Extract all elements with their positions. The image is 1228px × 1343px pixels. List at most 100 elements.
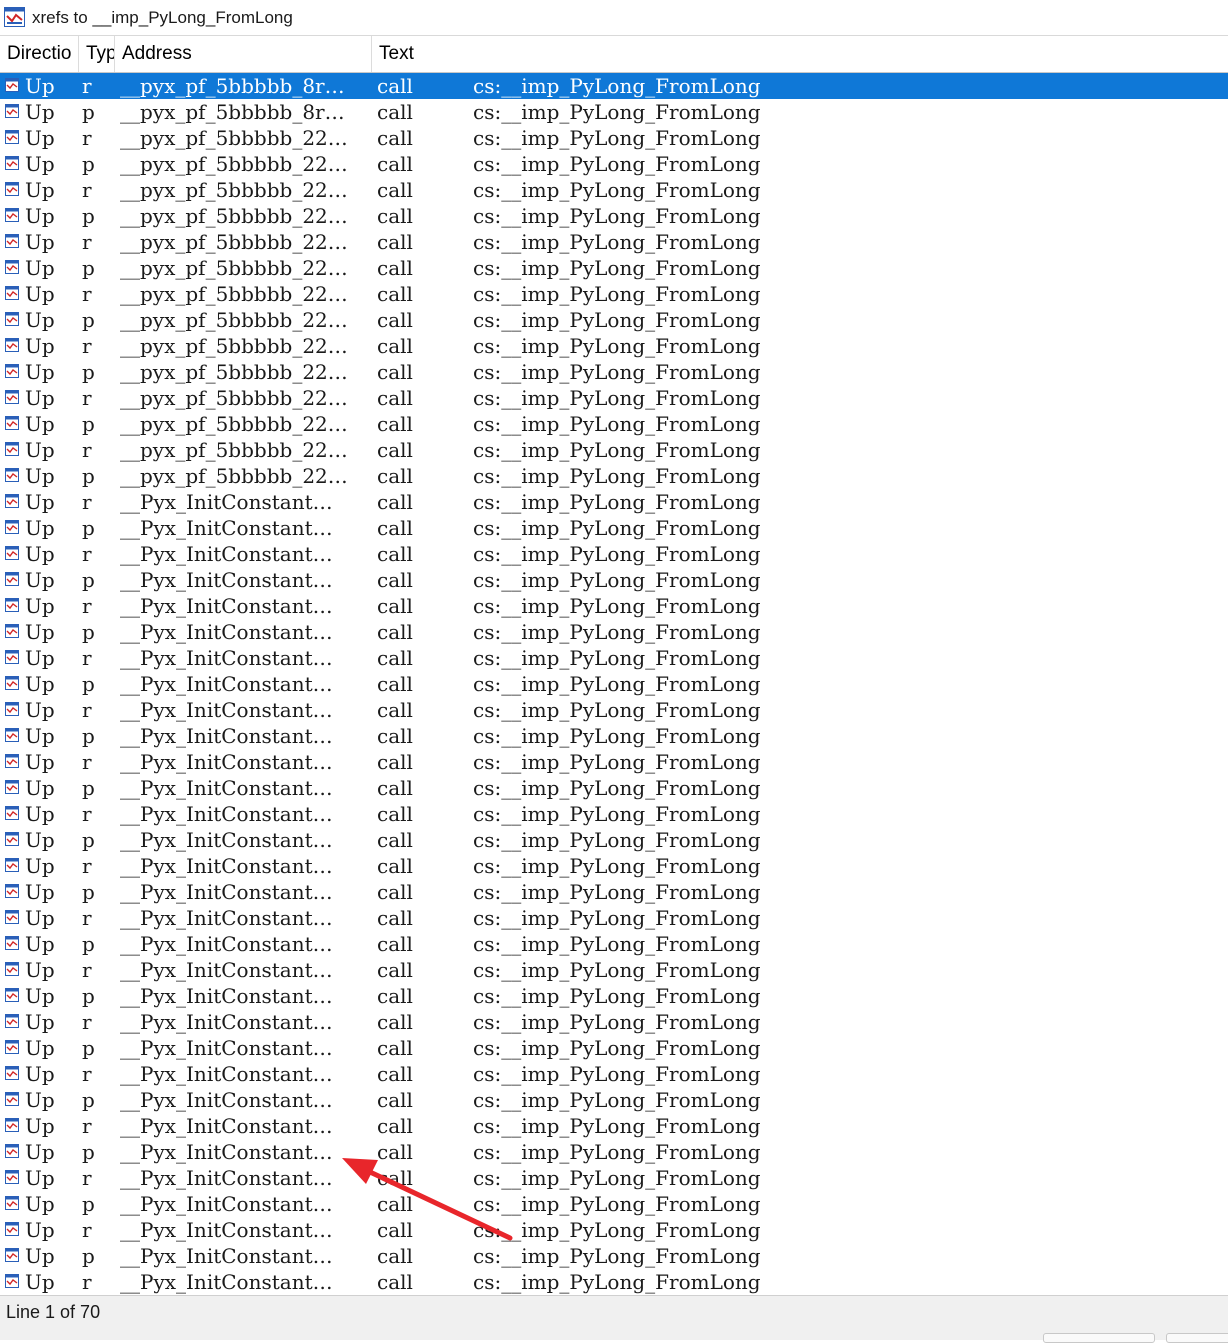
column-header-direction[interactable]: Directio xyxy=(0,36,79,72)
xref-row-icon xyxy=(5,988,19,1002)
xref-row[interactable]: Up p __pyx_pf_5bbbbb_22… call cs:__imp_PyLon… xyxy=(0,307,1228,333)
xref-direction: Up xyxy=(25,698,55,722)
xref-row[interactable]: Up p __Pyx_InitConstant… call cs:__imp_PyLon… xyxy=(0,567,1228,593)
xref-type: p xyxy=(82,516,95,540)
xref-type: r xyxy=(82,282,92,306)
xref-type: r xyxy=(82,334,92,358)
column-header-address[interactable]: Address xyxy=(115,36,372,72)
xref-row[interactable]: Up r __Pyx_InitConstant… call cs:__imp_PyLon… xyxy=(0,1113,1228,1139)
xref-row[interactable]: Up p __Pyx_InitConstant… call cs:__imp_PyLon… xyxy=(0,1139,1228,1165)
xref-row[interactable]: Up p __pyx_pf_5bbbbb_22… call cs:__imp_PyLon… xyxy=(0,203,1228,229)
xref-operand: cs:__imp_PyLong_FromLong xyxy=(473,230,761,254)
xref-row[interactable]: Up r __pyx_pf_5bbbbb_22… call cs:__imp_PyLon… xyxy=(0,125,1228,151)
xref-direction: Up xyxy=(25,880,55,904)
xref-row[interactable]: Up p __pyx_pf_5bbbbb_22… call cs:__imp_PyLon… xyxy=(0,255,1228,281)
xref-type: p xyxy=(82,828,95,852)
xref-direction: Up xyxy=(25,1270,55,1294)
xref-row[interactable]: Up p __Pyx_InitConstant… call cs:__imp_PyLon… xyxy=(0,775,1228,801)
xref-row-icon xyxy=(5,754,19,768)
xref-row[interactable]: Up r __Pyx_InitConstant… call cs:__imp_PyLon… xyxy=(0,905,1228,931)
xref-row-icon xyxy=(5,286,19,300)
xref-type: r xyxy=(82,1062,92,1086)
xref-instruction: call xyxy=(377,256,413,280)
status-line-count: Line 1 of 70 xyxy=(6,1302,101,1322)
xref-row-icon xyxy=(5,936,19,950)
xref-row[interactable]: Up p __Pyx_InitConstant… call cs:__imp_PyLon… xyxy=(0,1191,1228,1217)
xref-direction: Up xyxy=(25,906,55,930)
xref-row[interactable]: Up p __pyx_pf_5bbbbb_22… call cs:__imp_PyLon… xyxy=(0,411,1228,437)
xref-row-icon xyxy=(5,702,19,716)
xref-direction: Up xyxy=(25,672,55,696)
xref-address: __pyx_pf_5bbbbb_22… xyxy=(120,152,348,176)
xref-row[interactable]: Up p __pyx_pf_5bbbbb_22… call cs:__imp_PyLon… xyxy=(0,359,1228,385)
xref-instruction: call xyxy=(377,880,413,904)
xref-address: __Pyx_InitConstant… xyxy=(120,932,333,956)
xref-row-icon xyxy=(5,598,19,612)
xref-operand: cs:__imp_PyLong_FromLong xyxy=(473,204,761,228)
xref-row[interactable]: Up p __pyx_pf_5bbbbb_8r… call cs:__imp_PyLon… xyxy=(0,99,1228,125)
xref-row[interactable]: Up r __Pyx_InitConstant… call cs:__imp_PyLon… xyxy=(0,801,1228,827)
xref-row[interactable]: Up r __Pyx_InitConstant… call cs:__imp_PyLon… xyxy=(0,1009,1228,1035)
xref-row[interactable]: Up p __Pyx_InitConstant… call cs:__imp_PyLon… xyxy=(0,1087,1228,1113)
xref-direction: Up xyxy=(25,1010,55,1034)
xref-row[interactable]: Up p __Pyx_InitConstant… call cs:__imp_PyLon… xyxy=(0,1035,1228,1061)
xref-instruction: call xyxy=(377,1218,413,1242)
xref-row[interactable]: Up r __pyx_pf_5bbbbb_22… call cs:__imp_PyLon… xyxy=(0,437,1228,463)
xref-row[interactable]: Up r __Pyx_InitConstant… call cs:__imp_PyLon… xyxy=(0,1165,1228,1191)
xref-direction: Up xyxy=(25,152,55,176)
xref-operand: cs:__imp_PyLong_FromLong xyxy=(473,1062,761,1086)
xref-row[interactable]: Up r __Pyx_InitConstant… call cs:__imp_PyLon… xyxy=(0,853,1228,879)
xref-row[interactable]: Up r __Pyx_InitConstant… call cs:__imp_PyLon… xyxy=(0,1217,1228,1243)
xref-row[interactable]: Up r __Pyx_InitConstant… call cs:__imp_PyLon… xyxy=(0,749,1228,775)
xref-row[interactable]: Up r __Pyx_InitConstant… call cs:__imp_PyLon… xyxy=(0,593,1228,619)
xref-row[interactable]: Up p __Pyx_InitConstant… call cs:__imp_PyLon… xyxy=(0,619,1228,645)
xref-type: r xyxy=(82,126,92,150)
column-header-text[interactable]: Text xyxy=(372,36,1228,72)
xref-row[interactable]: Up p __Pyx_InitConstant… call cs:__imp_PyLon… xyxy=(0,931,1228,957)
xref-row[interactable]: Up r __Pyx_InitConstant… call cs:__imp_PyLon… xyxy=(0,957,1228,983)
xref-row[interactable]: Up p __Pyx_InitConstant… call cs:__imp_PyLon… xyxy=(0,879,1228,905)
xref-row[interactable]: Up p __pyx_pf_5bbbbb_22… call cs:__imp_PyLon… xyxy=(0,151,1228,177)
xref-operand: cs:__imp_PyLong_FromLong xyxy=(473,594,761,618)
xref-row[interactable]: Up r __pyx_pf_5bbbbb_22… call cs:__imp_PyLon… xyxy=(0,229,1228,255)
xref-operand: cs:__imp_PyLong_FromLong xyxy=(473,1270,761,1294)
xref-row[interactable]: Up r __Pyx_InitConstant… call cs:__imp_PyLon… xyxy=(0,489,1228,515)
xref-row[interactable]: Up p __pyx_pf_5bbbbb_22… call cs:__imp_PyLon… xyxy=(0,463,1228,489)
xref-row[interactable]: Up r __Pyx_InitConstant… call cs:__imp_PyLon… xyxy=(0,1061,1228,1087)
xref-instruction: call xyxy=(377,126,413,150)
xref-row[interactable]: Up r __pyx_pf_5bbbbb_22… call cs:__imp_PyLon… xyxy=(0,281,1228,307)
xref-row[interactable]: Up p __Pyx_InitConstant… call cs:__imp_PyLon… xyxy=(0,1243,1228,1269)
xref-row[interactable]: Up r __pyx_pf_5bbbbb_8r… call cs:__imp_PyLon… xyxy=(0,73,1228,99)
xref-row[interactable]: Up r __Pyx_InitConstant… call cs:__imp_PyLon… xyxy=(0,645,1228,671)
xref-row[interactable]: Up r __Pyx_InitConstant… call cs:__imp_PyLon… xyxy=(0,541,1228,567)
xref-address: __Pyx_InitConstant… xyxy=(120,1166,333,1190)
xref-row[interactable]: Up p __Pyx_InitConstant… call cs:__imp_PyLon… xyxy=(0,515,1228,541)
xref-row[interactable]: Up p __Pyx_InitConstant… call cs:__imp_PyLon… xyxy=(0,671,1228,697)
xref-row-icon xyxy=(5,234,19,248)
xref-direction: Up xyxy=(25,386,55,410)
xref-address: __pyx_pf_5bbbbb_22… xyxy=(120,360,348,384)
xref-row[interactable]: Up r __Pyx_InitConstant… call cs:__imp_PyLon… xyxy=(0,697,1228,723)
xref-row[interactable]: Up p __Pyx_InitConstant… call cs:__imp_PyLon… xyxy=(0,983,1228,1009)
xref-operand: cs:__imp_PyLong_FromLong xyxy=(473,958,761,982)
xref-list[interactable]: Up r __pyx_pf_5bbbbb_8r… call cs:__imp_PyLon… xyxy=(0,73,1228,1295)
xref-address: __Pyx_InitConstant… xyxy=(120,620,333,644)
xref-row[interactable]: Up p __Pyx_InitConstant… call cs:__imp_PyLon… xyxy=(0,723,1228,749)
xref-type: p xyxy=(82,1088,95,1112)
column-header-type[interactable]: Typ xyxy=(79,36,115,72)
xref-row[interactable]: Up r __pyx_pf_5bbbbb_22… call cs:__imp_PyLon… xyxy=(0,333,1228,359)
xref-instruction: call xyxy=(377,360,413,384)
ok-button[interactable] xyxy=(1043,1333,1155,1343)
xref-operand: cs:__imp_PyLong_FromLong xyxy=(473,698,761,722)
xref-instruction: call xyxy=(377,698,413,722)
xref-instruction: call xyxy=(377,308,413,332)
cancel-button[interactable] xyxy=(1166,1333,1228,1343)
xref-address: __Pyx_InitConstant… xyxy=(120,750,333,774)
xref-type: p xyxy=(82,152,95,176)
xref-row[interactable]: Up r __Pyx_InitConstant… call cs:__imp_PyLon… xyxy=(0,1269,1228,1295)
xref-row[interactable]: Up p __Pyx_InitConstant… call cs:__imp_PyLon… xyxy=(0,827,1228,853)
xref-row[interactable]: Up r __pyx_pf_5bbbbb_22… call cs:__imp_PyLon… xyxy=(0,177,1228,203)
xref-direction: Up xyxy=(25,204,55,228)
xref-instruction: call xyxy=(377,542,413,566)
xref-row[interactable]: Up r __pyx_pf_5bbbbb_22… call cs:__imp_PyLon… xyxy=(0,385,1228,411)
